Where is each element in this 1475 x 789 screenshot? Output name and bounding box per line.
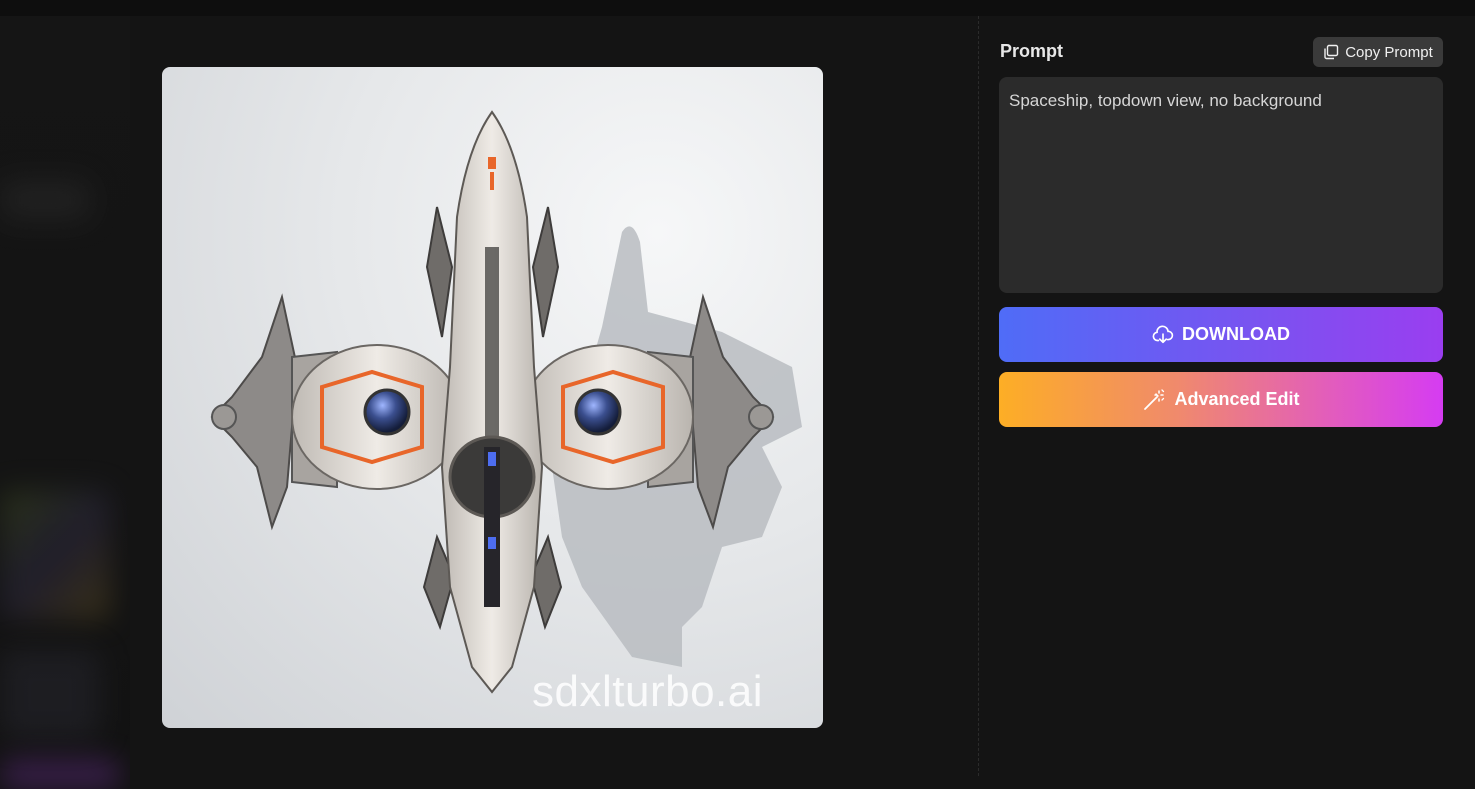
copy-icon	[1323, 44, 1339, 60]
background-thumbnail	[0, 650, 100, 740]
prompt-text-area[interactable]: Spaceship, topdown view, no background	[999, 77, 1443, 293]
background-thumbnail	[0, 180, 90, 220]
prompt-heading: Prompt	[1000, 41, 1063, 61]
magic-wand-icon	[1142, 388, 1166, 412]
right-pod	[522, 344, 694, 490]
spaceship-illustration	[210, 110, 802, 694]
advanced-edit-label: Advanced Edit	[1174, 389, 1300, 409]
cloud-download-icon	[1152, 324, 1174, 346]
background-thumbnail	[0, 760, 120, 789]
download-button[interactable]: DOWNLOAD	[999, 307, 1443, 362]
download-label: DOWNLOAD	[1182, 324, 1290, 344]
watermark-text: sdxlturbo.ai	[532, 667, 764, 716]
copy-prompt-button[interactable]: Copy Prompt	[1313, 37, 1443, 67]
advanced-edit-button[interactable]: Advanced Edit	[999, 372, 1443, 427]
left-pod	[291, 344, 463, 490]
top-bar-shade	[0, 0, 1475, 16]
copy-prompt-label: Copy Prompt	[1345, 43, 1433, 61]
prompt-text: Spaceship, topdown view, no background	[1009, 91, 1322, 110]
generated-image[interactable]: sdxlturbo.ai	[162, 67, 823, 728]
central-hull	[440, 110, 544, 694]
background-thumbnail	[0, 490, 110, 620]
panel-divider	[978, 16, 979, 776]
